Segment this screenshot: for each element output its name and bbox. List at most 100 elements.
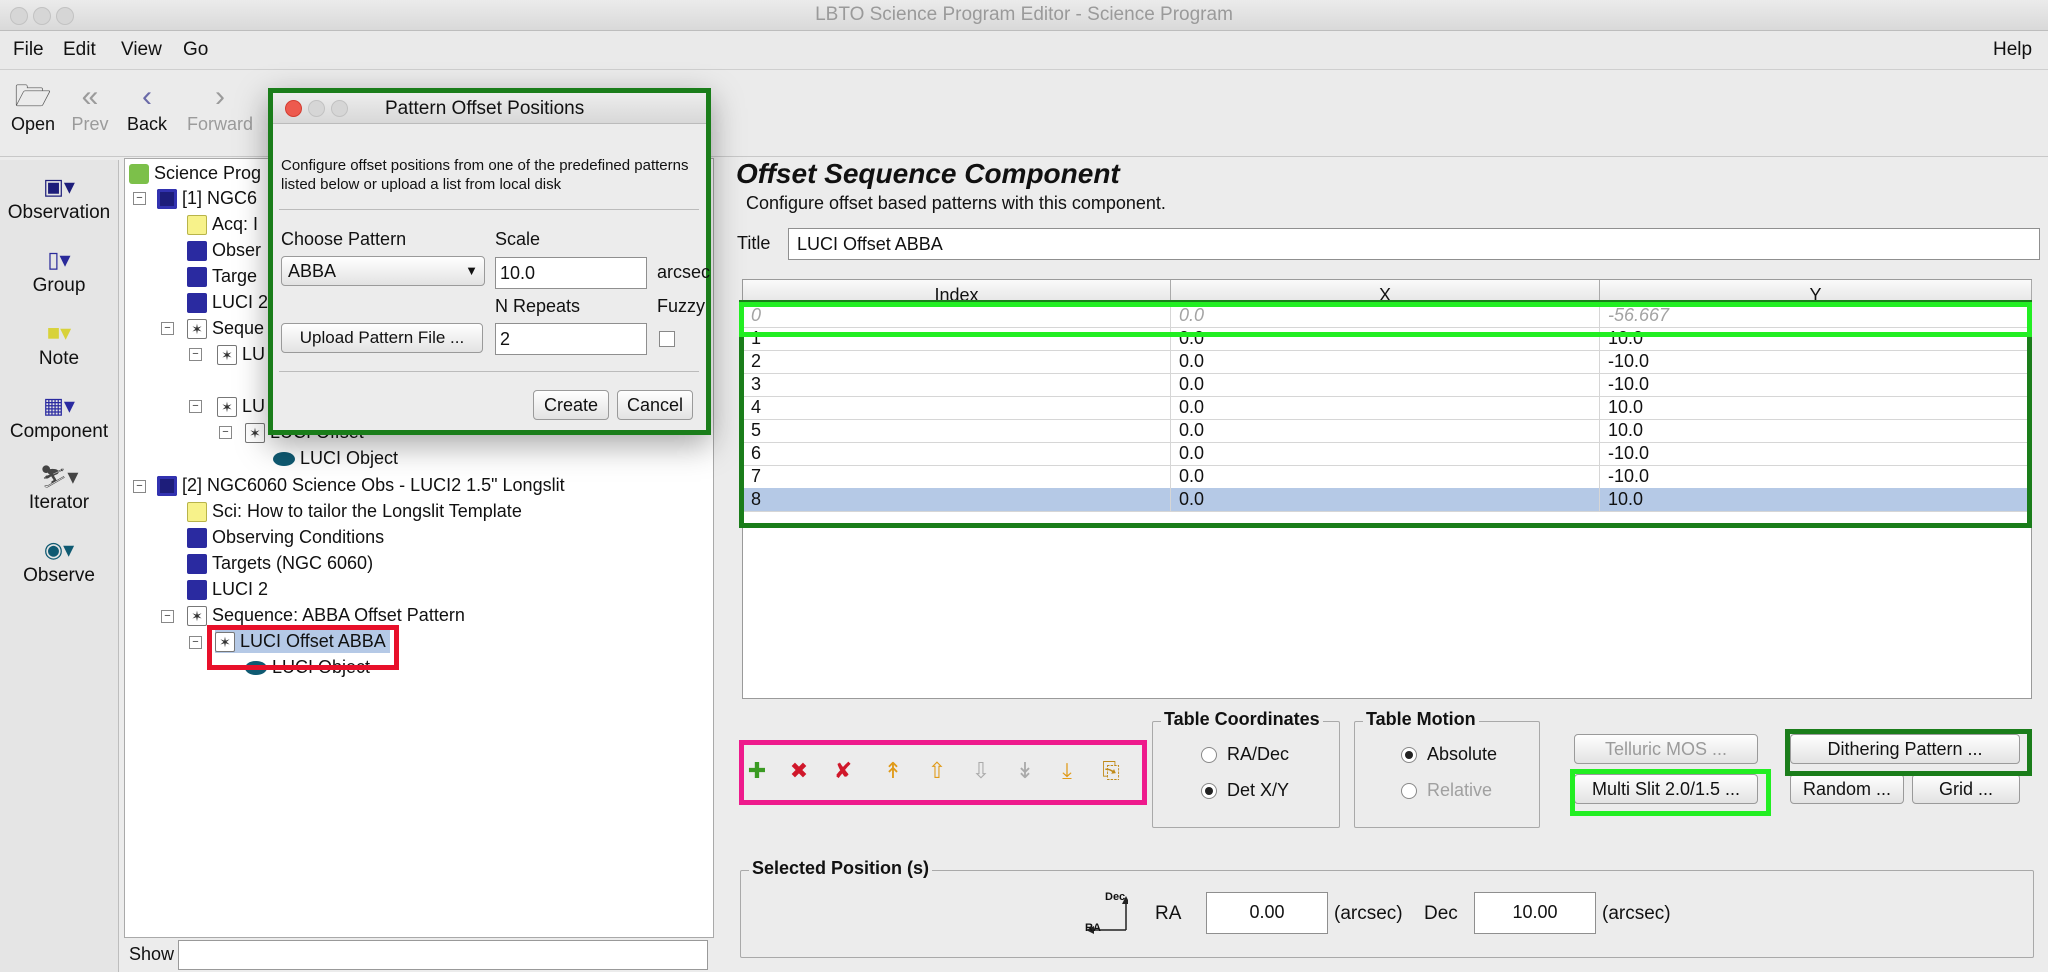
tree-node-obs1[interactable]: [1] NGC6 (157, 186, 257, 210)
collapse-toggle[interactable]: − (189, 636, 202, 649)
table-row[interactable]: 4 0.0 10.0 (743, 396, 2032, 420)
add-row-icon[interactable]: ✚ (742, 756, 772, 786)
table-row[interactable]: 1 0.0 10.0 (743, 327, 2032, 351)
table-cell[interactable]: 10.0 (1600, 488, 2032, 511)
tree-node-luci-object-b[interactable]: LUCI Object (245, 655, 370, 679)
paste-icon[interactable]: ⎘ (1096, 756, 1126, 786)
open-button[interactable]: 🗁 Open (8, 80, 58, 135)
table-cell[interactable]: 0.0 (1171, 327, 1600, 350)
move-to-top-icon[interactable]: ↟ (878, 756, 908, 786)
scale-input[interactable]: 10.0 (495, 257, 647, 289)
palette-observation[interactable]: ▣▾ Observation (0, 172, 118, 224)
table-cell[interactable]: 3 (743, 373, 1171, 396)
table-cell[interactable]: 10.0 (1600, 419, 2032, 442)
tree-node-targets-ngc6060[interactable]: Targets (NGC 6060) (187, 551, 373, 575)
table-row[interactable]: 2 0.0 -10.0 (743, 350, 2032, 374)
tree-node-luci-offset-abba[interactable]: ✶ LUCI Offset ABBA (215, 629, 390, 653)
column-header-x[interactable]: X (1171, 280, 1600, 303)
radio-absolute[interactable]: Absolute (1401, 742, 1497, 766)
insert-icon[interactable]: ⤓ (1052, 756, 1082, 786)
grid-button[interactable]: Grid ... (1912, 774, 2020, 804)
prev-button[interactable]: « Prev (68, 80, 112, 135)
table-row[interactable]: 8 0.0 10.0 (743, 488, 2032, 512)
table-cell[interactable]: 7 (743, 465, 1171, 488)
palette-component[interactable]: ▦▾ Component (0, 391, 118, 443)
tree-node-luci2-b[interactable]: LUCI 2 (187, 577, 268, 601)
tree-root[interactable]: Science Prog (129, 161, 261, 185)
tree-node-obs2[interactable]: [2] NGC6060 Science Obs - LUCI2 1.5" Lon… (157, 473, 565, 497)
collapse-toggle[interactable]: − (161, 322, 174, 335)
collapse-toggle[interactable]: − (219, 426, 232, 439)
tree-node-acq[interactable]: Acq: I (187, 212, 258, 236)
table-cell[interactable]: 1 (743, 327, 1171, 350)
telluric-mos-button[interactable]: Telluric MOS ... (1574, 734, 1758, 764)
ra-input[interactable]: 0.00 (1206, 892, 1328, 934)
create-button[interactable]: Create (533, 390, 609, 420)
table-cell[interactable]: 0.0 (1171, 350, 1600, 373)
offset-table[interactable]: Index X Y 0 0.0 -56.667 1 0.0 10.0 2 0.0 -10.0 3 0… (742, 279, 2032, 699)
menu-edit[interactable]: Edit (63, 39, 96, 61)
table-cell[interactable]: 0.0 (1171, 304, 1600, 327)
tree-node-sequence-abba[interactable]: ✶ Sequence: ABBA Offset Pattern (187, 603, 465, 627)
menu-help[interactable]: Help (1993, 39, 2032, 61)
random-button[interactable]: Random ... (1790, 774, 1904, 804)
palette-observe[interactable]: ◉▾ Observe (0, 535, 118, 587)
palette-iterator[interactable]: ⛷▾ Iterator (0, 462, 118, 514)
menu-file[interactable]: File (13, 39, 44, 61)
table-cell[interactable]: 6 (743, 442, 1171, 465)
dec-input[interactable]: 10.00 (1474, 892, 1596, 934)
remove-all-icon[interactable]: ✘ (828, 756, 858, 786)
radio-ra-dec[interactable]: RA/Dec (1201, 742, 1289, 766)
dithering-pattern-button[interactable]: Dithering Pattern ... (1790, 734, 2020, 764)
tree-node-luci-object[interactable]: LUCI Object (273, 446, 398, 470)
tree-node-obscond[interactable]: Obser (187, 238, 261, 262)
tree-node-luci2[interactable]: LUCI 2 (187, 290, 268, 314)
dialog-close-button[interactable] (285, 100, 302, 117)
table-cell[interactable]: 8 (743, 488, 1171, 511)
forward-button[interactable]: › Forward (182, 80, 258, 135)
dialog-minimize-button[interactable] (308, 100, 325, 117)
table-cell[interactable]: 0.0 (1171, 373, 1600, 396)
column-header-index[interactable]: Index (743, 280, 1171, 303)
radio-relative[interactable]: Relative (1401, 778, 1492, 802)
table-cell[interactable]: 10.0 (1600, 396, 2032, 419)
n-repeats-input[interactable]: 2 (495, 323, 647, 355)
collapse-toggle[interactable]: − (133, 192, 146, 205)
collapse-toggle[interactable]: − (189, 348, 202, 361)
collapse-toggle[interactable]: − (189, 400, 202, 413)
table-cell[interactable]: -10.0 (1600, 465, 2032, 488)
palette-group[interactable]: ▯▾ Group (0, 245, 118, 297)
table-cell[interactable]: -56.667 (1600, 304, 2032, 327)
fuzzy-checkbox[interactable] (659, 331, 675, 347)
menu-go[interactable]: Go (183, 39, 208, 61)
upload-pattern-button[interactable]: Upload Pattern File ... (281, 323, 483, 353)
table-cell[interactable]: 0.0 (1171, 465, 1600, 488)
tree-node-observing-conditions[interactable]: Observing Conditions (187, 525, 384, 549)
table-cell[interactable]: 10.0 (1600, 327, 2032, 350)
tree-node-lu2[interactable]: ✶ LU (217, 394, 265, 418)
move-up-icon[interactable]: ⇧ (922, 756, 952, 786)
pattern-select[interactable]: ABBA ▼ (281, 256, 485, 286)
show-input[interactable] (178, 940, 708, 970)
table-cell[interactable]: 0.0 (1171, 396, 1600, 419)
back-button[interactable]: ‹ Back (122, 80, 172, 135)
palette-note[interactable]: ■▾ Note (0, 318, 118, 370)
column-header-y[interactable]: Y (1600, 280, 2032, 303)
remove-row-icon[interactable]: ✖ (784, 756, 814, 786)
table-cell[interactable]: 0.0 (1171, 419, 1600, 442)
table-cell[interactable]: 2 (743, 350, 1171, 373)
cancel-button[interactable]: Cancel (617, 390, 693, 420)
table-row[interactable]: 3 0.0 -10.0 (743, 373, 2032, 397)
collapse-toggle[interactable]: − (133, 480, 146, 493)
table-cell[interactable]: 0 (743, 304, 1171, 327)
tree-node-sci-note[interactable]: Sci: How to tailor the Longslit Template (187, 499, 522, 523)
table-row[interactable]: 6 0.0 -10.0 (743, 442, 2032, 466)
tree-node-targets[interactable]: Targe (187, 264, 257, 288)
table-cell[interactable]: -10.0 (1600, 350, 2032, 373)
multi-slit-button[interactable]: Multi Slit 2.0/1.5 ... (1574, 774, 1758, 804)
table-row[interactable]: 5 0.0 10.0 (743, 419, 2032, 443)
table-cell[interactable]: -10.0 (1600, 373, 2032, 396)
move-to-bottom-icon[interactable]: ↡ (1010, 756, 1040, 786)
dialog-zoom-button[interactable] (331, 100, 348, 117)
table-cell[interactable]: 5 (743, 419, 1171, 442)
